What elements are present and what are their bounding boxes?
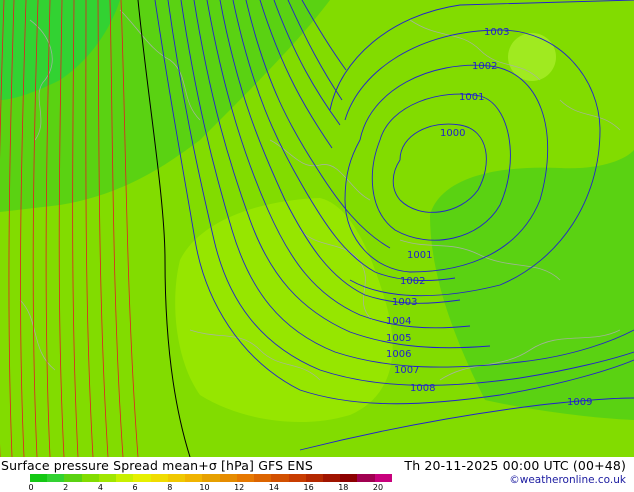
isobar-label: 1003: [392, 297, 417, 308]
color-scale-swatch: [357, 474, 375, 482]
color-scale-swatch: [30, 474, 48, 482]
color-scale-swatch: [271, 474, 289, 482]
isobar-label: 1006: [386, 349, 411, 360]
color-scale-swatch: [340, 474, 358, 482]
isobar-label: 1009: [567, 397, 592, 408]
color-scale-swatch: [116, 474, 134, 482]
color-scale-swatch: [150, 474, 168, 482]
color-scale-tick-label: 0: [28, 483, 34, 492]
color-scale-swatch: [47, 474, 65, 482]
color-scale-swatch: [305, 474, 323, 482]
color-scale-swatch: [288, 474, 306, 482]
credit-link[interactable]: ©weatheronline.co.uk: [509, 474, 626, 486]
color-scale-swatch: [219, 474, 237, 482]
map-footer: Surface pressure Spread mean+σ [hPa] GFS…: [0, 457, 634, 492]
color-scale-tick-label: 12: [234, 483, 245, 492]
color-scale-tick-label: 8: [167, 483, 173, 492]
isobar-label: 1001: [407, 250, 432, 261]
color-scale-tick-label: 18: [338, 483, 349, 492]
weather-map: 1000 1001 1001 1002 1002 1003 1003 1004 …: [0, 0, 634, 457]
color-scale-tick-label: 14: [268, 483, 279, 492]
isobar-label: 1004: [386, 316, 411, 327]
isobar-label: 1002: [472, 61, 497, 72]
color-scale-swatch: [236, 474, 255, 482]
color-scale-tick-label: 16: [303, 483, 314, 492]
color-scale-swatch: [81, 474, 99, 482]
map-title: Surface pressure Spread mean+σ [hPa] GFS…: [1, 458, 314, 473]
color-scale-swatch: [185, 474, 203, 482]
color-scale-tick-label: 10: [199, 483, 210, 492]
isobar-label: 1000: [440, 128, 465, 139]
valid-time: Th 20-11-2025 00:00 UTC (00+48): [404, 458, 626, 473]
isobar-label: 1005: [386, 333, 411, 344]
color-scale-bar: [30, 474, 392, 482]
color-scale-swatch: [322, 474, 341, 482]
isobar-label: 1007: [394, 365, 419, 376]
color-scale-swatch: [374, 474, 392, 482]
color-scale-swatch: [98, 474, 117, 482]
color-scale-tick-label: 20: [372, 483, 384, 492]
isobar-label: 1008: [410, 383, 435, 394]
color-scale-swatch: [167, 474, 186, 482]
isobar-label: 1001: [459, 92, 484, 103]
color-scale-swatch: [64, 474, 82, 482]
color-scale-swatch: [202, 474, 220, 482]
isobar-label: 1003: [484, 27, 509, 38]
isobar-label: 1002: [400, 276, 425, 287]
color-scale-swatch: [254, 474, 272, 482]
color-scale-tick-label: 6: [132, 483, 138, 492]
color-scale-swatch: [133, 474, 151, 482]
color-scale-tick-label: 2: [63, 483, 69, 492]
color-scale-tick-label: 4: [97, 483, 103, 492]
